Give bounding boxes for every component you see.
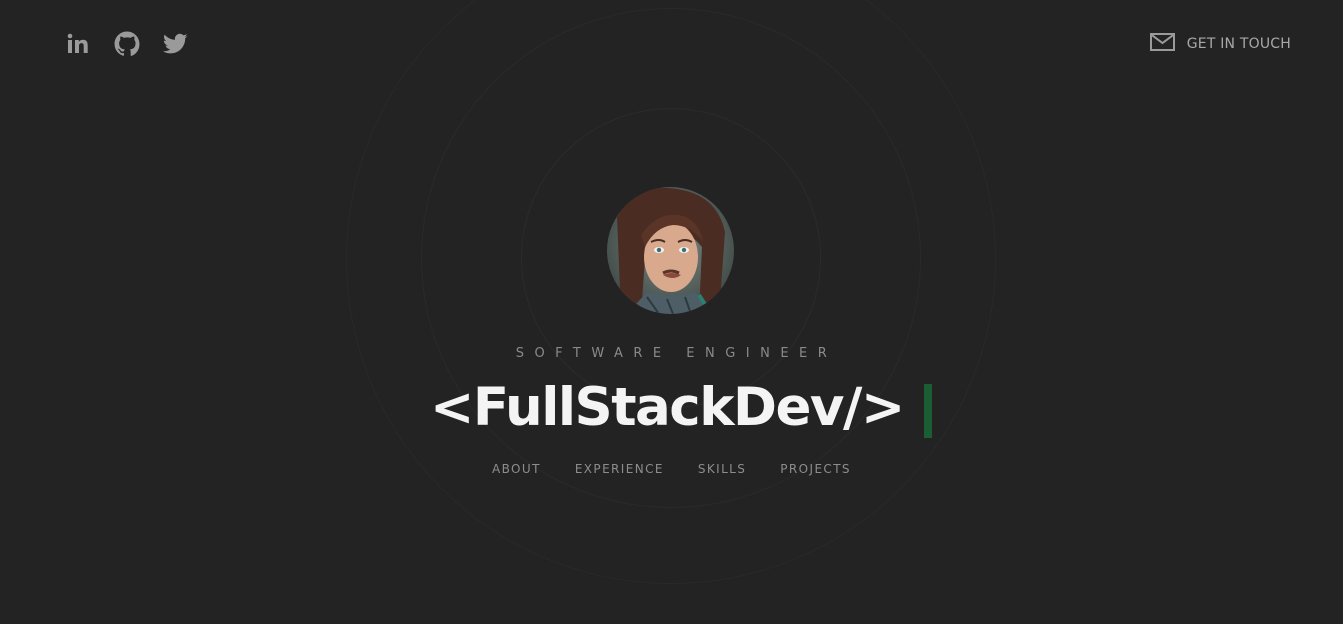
landing-page: GET IN TOUCH SOFTWARE ENGINEER <FullStac… [0,0,1343,624]
nav-item-skills[interactable]: SKILLS [698,462,746,476]
nav-item-about[interactable]: ABOUT [492,462,541,476]
get-in-touch-label: GET IN TOUCH [1186,36,1291,52]
typing-cursor [923,384,932,438]
twitter-link[interactable] [162,30,189,57]
role-subtitle: SOFTWARE ENGINEER [515,346,838,361]
headline-text: <FullStackDev/> [430,376,905,438]
nav-item-experience[interactable]: EXPERIENCE [575,462,664,476]
twitter-icon [163,33,188,55]
github-icon [114,31,140,57]
profile-photo [607,187,734,314]
social-links [64,30,189,57]
github-link[interactable] [113,30,140,57]
section-nav: ABOUT EXPERIENCE SKILLS PROJECTS [0,462,1343,476]
headline: <FullStackDev/> [430,372,932,442]
nav-item-projects[interactable]: PROJECTS [780,462,851,476]
mail-icon [1149,33,1175,55]
linkedin-icon [66,32,90,56]
get-in-touch-link[interactable]: GET IN TOUCH [1149,33,1291,55]
linkedin-link[interactable] [64,30,91,57]
